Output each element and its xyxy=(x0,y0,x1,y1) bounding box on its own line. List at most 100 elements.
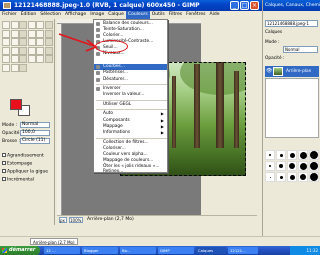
mode-select[interactable]: Normal xyxy=(20,122,50,128)
brush-item[interactable] xyxy=(276,150,286,160)
brush-item[interactable] xyxy=(265,172,275,182)
ellipse-select-tool-icon[interactable] xyxy=(10,21,19,29)
menu-aide[interactable]: Aide xyxy=(208,11,222,19)
menu-item-retinex[interactable]: Retinex... xyxy=(94,169,167,174)
eraser-tool-icon[interactable] xyxy=(2,55,10,63)
dock-title[interactable]: Calques, Canaux, Chemins xyxy=(263,0,320,11)
brush-item[interactable] xyxy=(265,150,275,160)
task-item[interactable]: GIMP xyxy=(158,247,194,254)
perspective-clone-tool-icon[interactable] xyxy=(44,55,53,63)
menu-image[interactable]: Image xyxy=(88,11,106,19)
scale-tool-icon[interactable] xyxy=(27,38,36,46)
unit-select[interactable]: px xyxy=(59,217,67,223)
brush-item[interactable] xyxy=(298,172,308,182)
brushes-grid xyxy=(265,150,319,182)
menu-fichier[interactable]: Fichier xyxy=(0,11,19,19)
minimize-button[interactable]: _ xyxy=(230,1,239,10)
brush-item[interactable] xyxy=(298,150,308,160)
close-button[interactable]: × xyxy=(250,1,259,10)
eye-icon[interactable]: 👁 xyxy=(266,68,272,74)
foreground-color-swatch[interactable] xyxy=(10,99,22,110)
menu-selection[interactable]: Sélection xyxy=(38,11,63,19)
check-agrandissement[interactable]: Agrandissement xyxy=(2,153,44,159)
image-select[interactable]: 12121468888.jpeg-1 xyxy=(265,20,318,27)
menu-affichage[interactable]: Affichage xyxy=(63,11,88,19)
menu-item-gegl[interactable]: Utiliser GEGL xyxy=(94,102,167,108)
dock-mode-select[interactable]: Normal xyxy=(283,46,318,53)
fg-bg-colors[interactable] xyxy=(10,99,32,117)
align-tool-icon[interactable] xyxy=(2,38,10,46)
crop-tool-icon[interactable] xyxy=(10,38,19,46)
clock: 11:32 xyxy=(306,248,318,253)
layers-list[interactable] xyxy=(265,78,319,138)
statusbar: px 100% Arrière-plan (2,7 Mo) xyxy=(57,215,257,224)
measure-tool-icon[interactable] xyxy=(36,29,44,38)
rect-select-tool-icon[interactable] xyxy=(2,21,10,29)
layer-row-background[interactable]: 👁 Arrière-plan xyxy=(265,66,319,77)
blend-tool-icon[interactable] xyxy=(27,46,36,55)
menu-item-auto[interactable]: Auto ▶ xyxy=(94,111,167,117)
brush-item[interactable] xyxy=(309,150,319,160)
brush-item[interactable] xyxy=(309,161,319,171)
brush-item[interactable] xyxy=(287,150,297,160)
dodge-burn-tool-icon[interactable] xyxy=(19,63,27,72)
shear-tool-icon[interactable] xyxy=(36,38,44,46)
pencil-tool-icon[interactable] xyxy=(36,46,44,55)
clone-tool-icon[interactable] xyxy=(27,55,36,63)
image-tab[interactable]: Arrière-plan (2,7 Mo) xyxy=(30,238,78,245)
paintbrush-tool-icon[interactable] xyxy=(44,46,53,55)
scissors-tool-icon[interactable] xyxy=(44,21,53,29)
layers-tab[interactable]: Calques xyxy=(265,30,282,35)
invert-icon xyxy=(96,87,100,91)
lasso-tool-icon[interactable] xyxy=(19,21,27,29)
fuzzy-select-tool-icon[interactable] xyxy=(27,21,36,29)
bucket-fill-tool-icon[interactable] xyxy=(19,46,27,55)
menu-outils[interactable]: Outils xyxy=(150,11,167,19)
brush-item[interactable] xyxy=(298,161,308,171)
check-gigue[interactable]: Appliquer la gigue xyxy=(2,169,48,175)
brush-item[interactable] xyxy=(276,161,286,171)
perspective-tool-icon[interactable] xyxy=(44,38,53,46)
rotate-tool-icon[interactable] xyxy=(19,38,27,46)
heal-tool-icon[interactable] xyxy=(36,55,44,63)
menu-item-informations[interactable]: Informations ▶ xyxy=(94,130,167,136)
brush-item[interactable] xyxy=(287,172,297,182)
menu-filtres[interactable]: Filtres xyxy=(167,11,184,19)
paths-tool-icon[interactable] xyxy=(10,29,19,38)
color-select-tool-icon[interactable] xyxy=(36,21,44,29)
move-tool-icon[interactable] xyxy=(44,29,53,38)
zoom-select[interactable]: 100% xyxy=(69,217,83,223)
check-incremental[interactable]: Incrémental xyxy=(2,177,34,183)
airbrush-tool-icon[interactable] xyxy=(10,55,19,63)
menu-item-desaturer[interactable]: Désaturer... xyxy=(94,77,167,83)
zoom-tool-icon[interactable] xyxy=(27,29,36,38)
task-item[interactable]: Blogger xyxy=(82,247,118,254)
task-item[interactable]: Calques xyxy=(196,247,226,254)
brush-item[interactable] xyxy=(309,172,319,182)
brush-item[interactable] xyxy=(276,172,286,182)
text-tool-icon[interactable] xyxy=(10,46,19,55)
menu-item-inverser-valeur[interactable]: Inverser la valeur... xyxy=(94,92,167,98)
brush-field[interactable]: Circle (11) xyxy=(20,138,50,144)
blur-tool-icon[interactable] xyxy=(2,63,10,72)
ink-tool-icon[interactable] xyxy=(19,55,27,63)
opacity-field[interactable]: 100,0 xyxy=(20,130,50,136)
task-item[interactable]: 12121... xyxy=(228,247,258,254)
maximize-button[interactable]: □ xyxy=(240,1,249,10)
menu-fenetres[interactable]: Fenêtres xyxy=(184,11,207,19)
color-picker-tool-icon[interactable] xyxy=(19,29,27,38)
brush-item[interactable] xyxy=(265,161,275,171)
task-item[interactable]: 12 ... xyxy=(44,247,80,254)
smudge-tool-icon[interactable] xyxy=(10,63,19,72)
foreground-select-tool-icon[interactable] xyxy=(2,29,10,38)
check-estompage[interactable]: Estompage xyxy=(2,161,32,167)
window-titlebar[interactable]: 12121468888.jpeg-1.0 (RVB, 1 calque) 600… xyxy=(0,0,262,11)
menu-edition[interactable]: Édition xyxy=(19,11,39,19)
start-button[interactable]: démarrer xyxy=(0,246,40,255)
menu-item-posteriser[interactable]: Postériser... xyxy=(94,70,167,76)
brush-item[interactable] xyxy=(287,161,297,171)
menu-calque[interactable]: Calque xyxy=(106,11,126,19)
flip-tool-icon[interactable] xyxy=(2,46,10,55)
task-item[interactable]: Bo... xyxy=(120,247,156,254)
menu-couleurs[interactable]: Couleurs xyxy=(125,11,150,19)
